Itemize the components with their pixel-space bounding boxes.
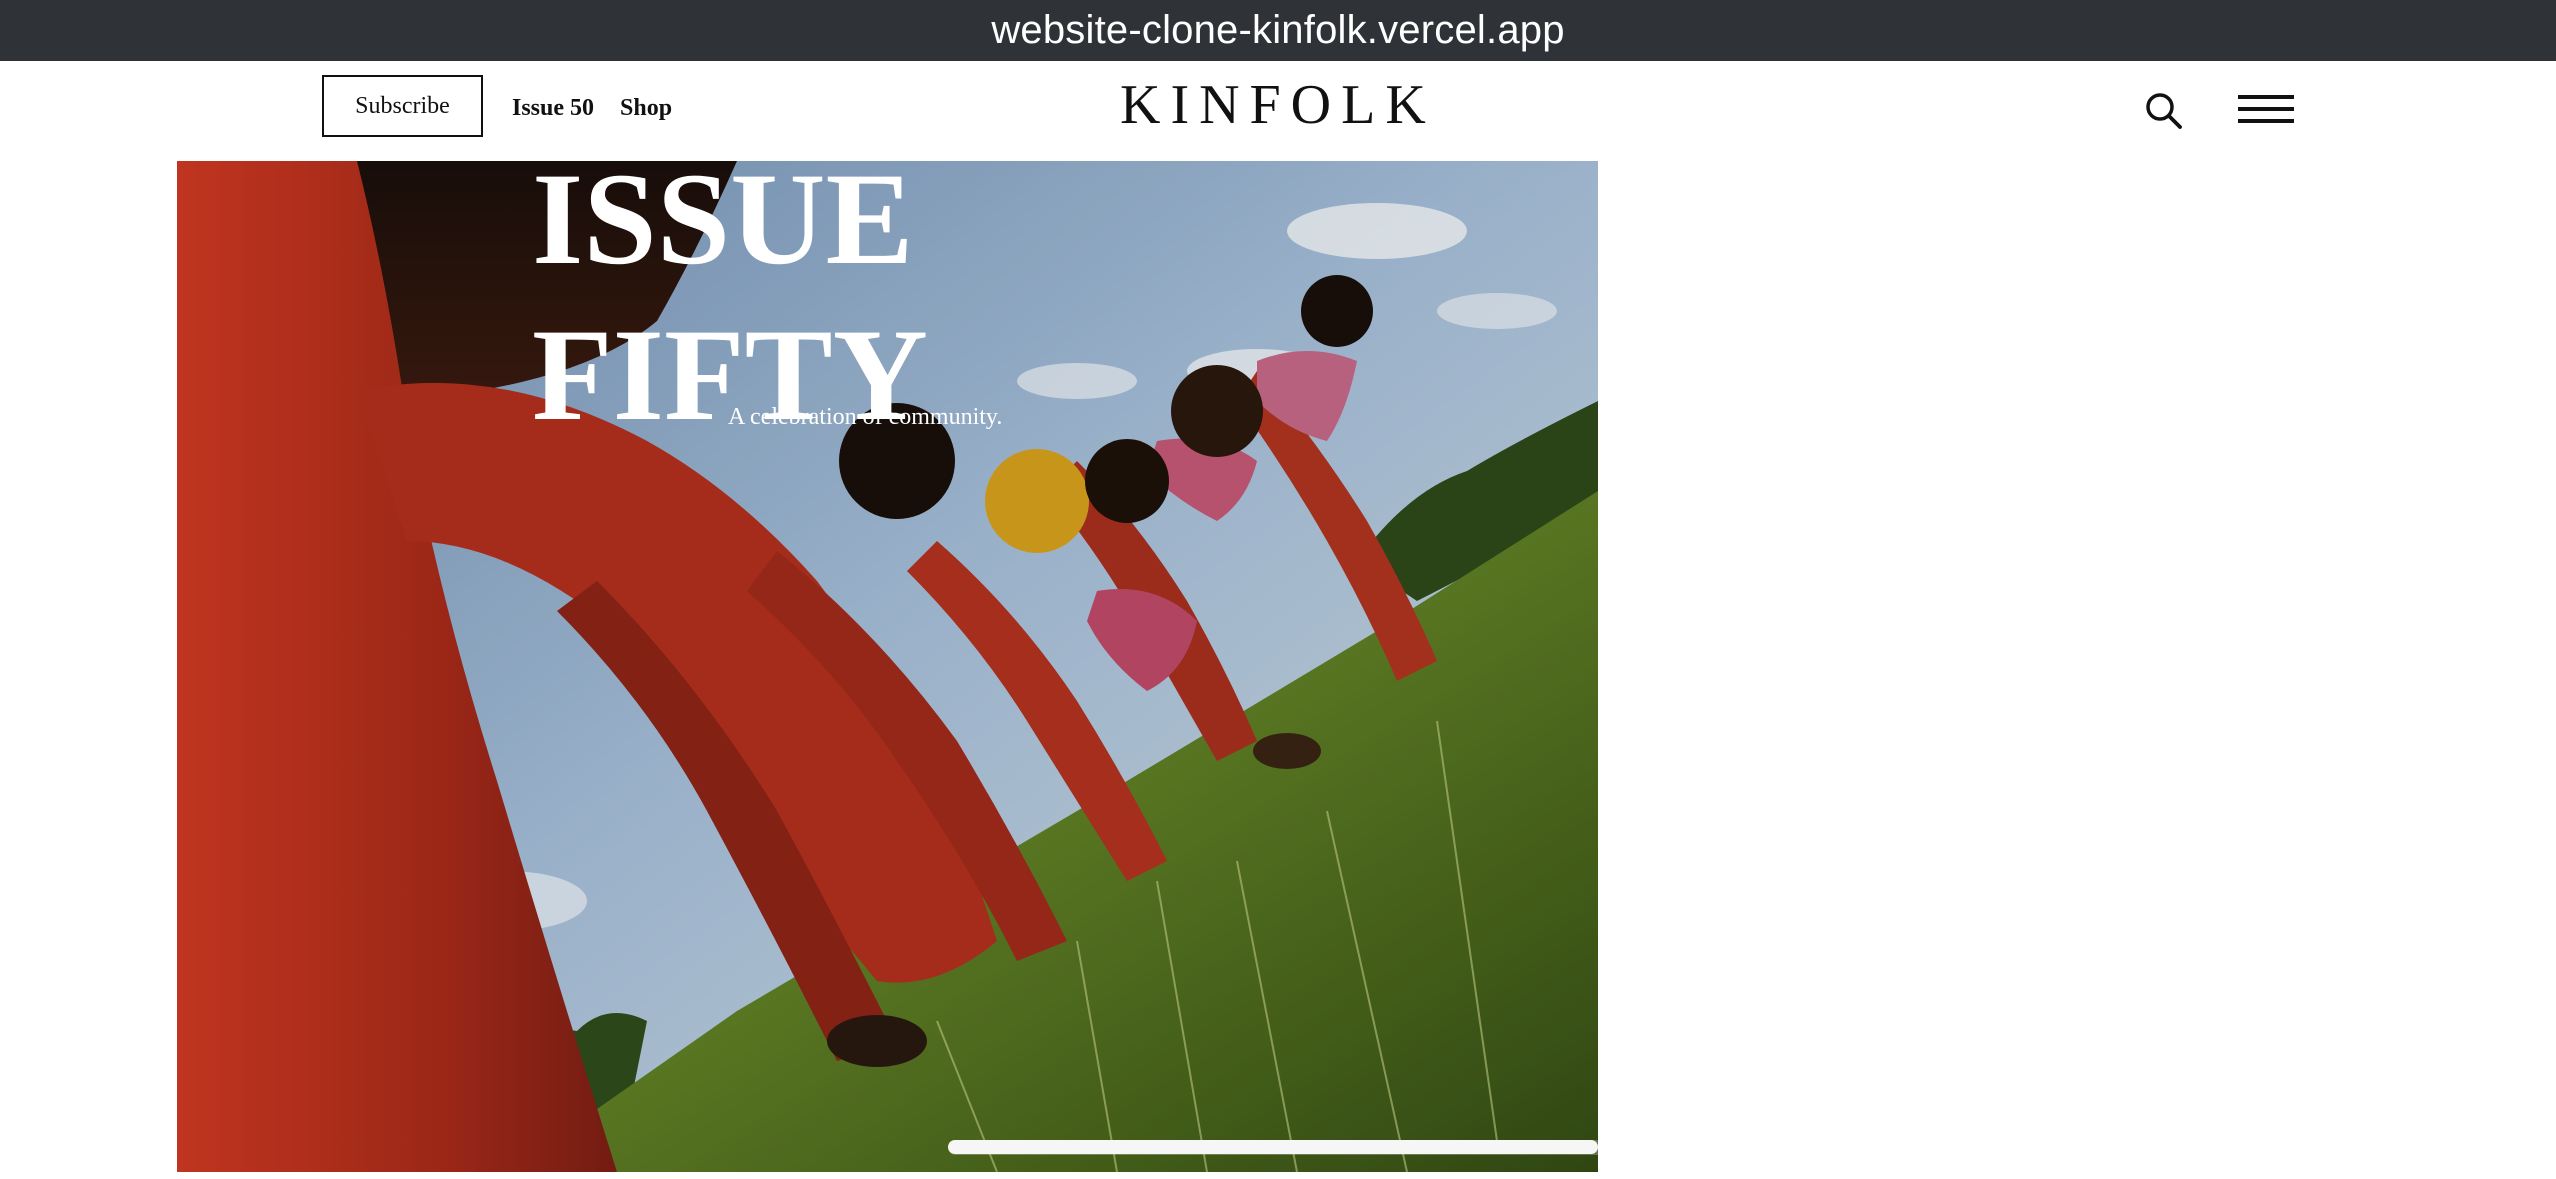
scrollbar-thumb[interactable] — [948, 1140, 1598, 1154]
nav-link-issue-50[interactable]: Issue 50 — [512, 95, 594, 122]
hamburger-menu-icon[interactable] — [2238, 95, 2294, 123]
site-logo[interactable]: KINFOLK — [1120, 75, 1438, 135]
site-header: Subscribe Issue 50 Shop KINFOLK — [0, 61, 2556, 161]
search-icon[interactable] — [2143, 90, 2183, 130]
hero-title-line-1: ISSUE — [532, 161, 914, 292]
browser-url-bar[interactable]: website-clone-kinfolk.vercel.app — [0, 0, 2556, 61]
subscribe-button[interactable]: Subscribe — [322, 75, 483, 137]
url-text[interactable]: website-clone-kinfolk.vercel.app — [991, 8, 1564, 53]
nav-link-shop[interactable]: Shop — [620, 95, 672, 122]
hero-section: ISSUE FIFTY A celebration of community. — [177, 161, 1598, 1172]
hero-subtitle: A celebration of community. — [728, 404, 1003, 430]
